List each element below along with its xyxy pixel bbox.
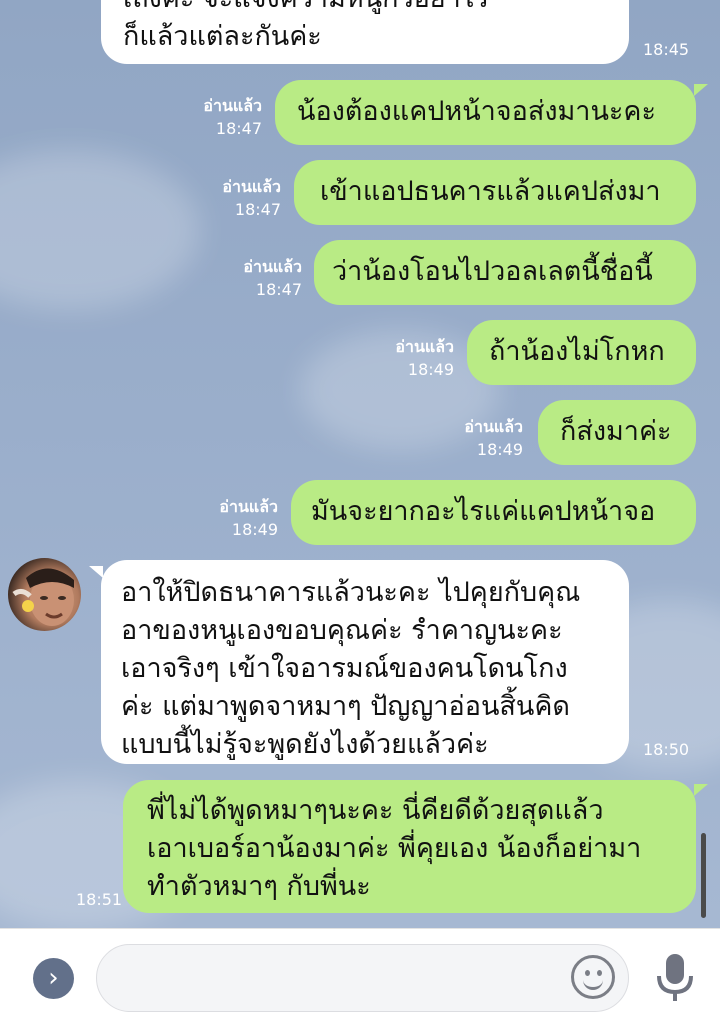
read-receipt: อ่านแล้ว (243, 257, 302, 276)
message-line: พี่ไม่ได้พูดหมาๆนะคะ นี่คียดีด้วยสุดแล้ว (147, 795, 604, 826)
chat-background: เถิงค่ะ จะแจ้งความหนูก็วอย่าไร ก็แล้วแต่… (0, 0, 720, 928)
chevron-right-icon[interactable]: › (33, 958, 74, 999)
message-line: อาให้ปิดธนาคารแล้วนะคะ ไปคุยกับคุณ (121, 577, 581, 608)
message-time: 18:47 (215, 119, 262, 138)
read-receipt: อ่านแล้ว (219, 497, 278, 516)
scrollbar[interactable] (701, 833, 706, 918)
message-meta: อ่านแล้ว 18:47 (152, 94, 262, 140)
smiley-icon[interactable] (571, 955, 615, 999)
message-meta: อ่านแล้ว 18:47 (192, 255, 302, 301)
message-line: ก็แล้วแต่ละกันค่ะ (123, 21, 322, 52)
message-incoming[interactable]: อาให้ปิดธนาคารแล้วนะคะ ไปคุยกับคุณ อาของ… (101, 560, 629, 764)
message-line: เอาจริงๆ เข้าใจอารมณ์ของคนโดนโกง (121, 653, 568, 684)
message-outgoing[interactable]: ถ้าน้องไม่โกหก (467, 320, 696, 385)
message-line: เอาเบอร์อาน้องมาค่ะ พี่คุยเอง น้องก็อย่า… (147, 833, 642, 864)
message-line: ว่าน้องโอนไปวอลเลตนี้ชื่อนี้ (332, 256, 653, 287)
bubble-tail (694, 84, 708, 96)
message-line: เข้าแอปธนคารแล้วแคปส่งมา (320, 176, 661, 207)
avatar-photo-icon (12, 568, 74, 626)
message-meta: อ่านแล้ว 18:49 (344, 335, 454, 381)
message-line: ก็ส่งมาค่ะ (560, 416, 672, 447)
read-receipt: อ่านแล้ว (203, 96, 262, 115)
message-line: อาของหนูเองขอบคุณค่ะ รำคาญนะคะ (121, 615, 563, 646)
message-meta: อ่านแล้ว 18:49 (413, 415, 523, 461)
message-meta: อ่านแล้ว 18:49 (168, 495, 278, 541)
message-time: 18:49 (407, 360, 454, 379)
message-time: 18:47 (234, 200, 281, 219)
message-line: ค่ะ แต่มาพูดจาหมาๆ ปัญญาอ่อนสิ้นคิด (121, 691, 570, 722)
bubble-tail (694, 784, 708, 796)
message-line: น้องต้องแคปหน้าจอส่งมานะคะ (297, 96, 656, 127)
message-time: 18:50 (643, 740, 690, 759)
message-time: 18:51 (76, 890, 123, 909)
message-line: เถิงค่ะ จะแจ้งความหนูก็วอย่าไร (123, 0, 607, 18)
message-input[interactable] (96, 944, 629, 1012)
message-outgoing[interactable]: น้องต้องแคปหน้าจอส่งมานะคะ (275, 80, 696, 145)
message-outgoing[interactable]: ก็ส่งมาค่ะ (538, 400, 696, 465)
bubble-tail (89, 566, 103, 578)
message-outgoing[interactable]: ว่าน้องโอนไปวอลเลตนี้ชื่อนี้ (314, 240, 696, 305)
microphone-icon[interactable] (654, 952, 696, 1004)
message-line: ทำตัวหมาๆ กับพี่นะ (147, 871, 371, 902)
message-time: 18:45 (643, 40, 690, 59)
read-receipt: อ่านแล้ว (395, 337, 454, 356)
message-incoming[interactable]: เถิงค่ะ จะแจ้งความหนูก็วอย่าไร ก็แล้วแต่… (101, 0, 629, 64)
message-line: แบบนี้ไม่รู้จะพูดยังไงด้วยแล้วค่ะ (121, 729, 489, 760)
message-outgoing[interactable]: มันจะยากอะไรแค่แคปหน้าจอ (291, 480, 696, 545)
message-meta: อ่านแล้ว 18:47 (171, 175, 281, 221)
message-line: ถ้าน้องไม่โกหก (489, 336, 665, 367)
message-time: 18:49 (231, 520, 278, 539)
message-time: 18:47 (255, 280, 302, 299)
smiley-mouth (583, 976, 603, 990)
message-line: มันจะยากอะไรแค่แคปหน้าจอ (311, 496, 656, 527)
message-time: 18:49 (476, 440, 523, 459)
contact-avatar[interactable] (8, 558, 81, 631)
message-outgoing[interactable]: พี่ไม่ได้พูดหมาๆนะคะ นี่คียดีด้วยสุดแล้ว… (123, 780, 696, 913)
read-receipt: อ่านแล้ว (222, 177, 281, 196)
read-receipt: อ่านแล้ว (464, 417, 523, 436)
message-outgoing[interactable]: เข้าแอปธนคารแล้วแคปส่งมา (294, 160, 696, 225)
